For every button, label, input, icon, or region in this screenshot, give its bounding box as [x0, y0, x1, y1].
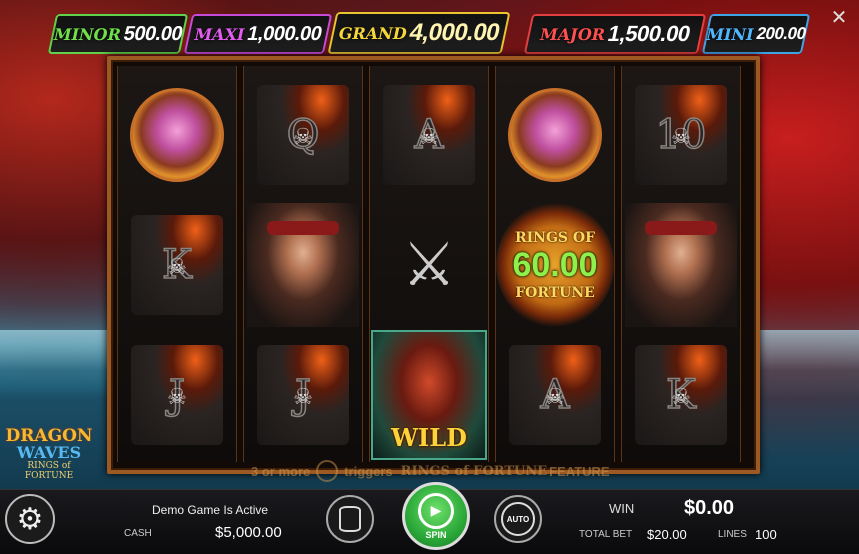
demo-status: Demo Game Is Active — [152, 503, 269, 517]
close-icon[interactable]: ✕ — [829, 8, 849, 28]
symbol-pirate — [244, 200, 362, 330]
symbol-compass — [496, 70, 614, 200]
game-logo: DRAGON WAVES RINGS of FORTUNE — [4, 428, 94, 482]
win-value: $0.00 — [684, 497, 735, 519]
coin-stack-icon — [339, 506, 361, 532]
jackpot-bar: MINOR 500.00 MAXI 1,000.00 GRAND 4,000.0… — [47, 12, 812, 54]
skull-icon: ☠ — [671, 125, 691, 150]
jackpot-major: MAJOR 1,500.00 — [523, 14, 707, 54]
reel-5: 10 ☠ K ☠ — [621, 66, 741, 462]
compass-icon — [130, 88, 224, 182]
jackpot-minor-value: 500.00 — [121, 22, 185, 45]
jackpot-maxi: MAXI 1,000.00 — [183, 14, 333, 54]
dragon-wild-icon: WILD — [371, 330, 487, 460]
win-label: WIN — [609, 501, 635, 516]
pirate-woman-icon — [625, 203, 737, 327]
lines-value: 100 — [755, 527, 777, 542]
symbol-card: K ☠ — [622, 330, 740, 460]
cash-value: $5,000.00 — [215, 524, 282, 541]
jackpot-grand-label: GRAND — [336, 23, 409, 43]
skull-icon: ☠ — [293, 385, 313, 410]
jackpot-major-label: MAJOR — [538, 24, 608, 44]
skull-icon: ☠ — [167, 385, 187, 410]
crossed-swords-icon: ⚔ — [402, 231, 456, 298]
play-icon: ▶ — [418, 492, 454, 529]
autoplay-button[interactable]: AUTO — [494, 495, 542, 543]
bet-stack-button[interactable] — [326, 495, 374, 543]
rings-coin-icon: RINGS OF 60.00 FORTUNE — [496, 202, 614, 328]
symbol-card: Q ☠ — [244, 70, 362, 200]
cash-label: CASH — [124, 528, 152, 539]
symbol-compass — [118, 70, 236, 200]
reel-4: RINGS OF 60.00 FORTUNE A ☠ — [495, 66, 615, 462]
reels-frame: K ☠ J ☠ Q ☠ J ☠ A ☠ ⚔ WILD RINGS OF 60.00 FOR… — [107, 56, 760, 474]
symbol-swords: ⚔ — [370, 200, 488, 330]
lines-label: LINES — [718, 529, 747, 540]
spin-button[interactable]: ▶ SPIN — [402, 482, 470, 550]
symbol-pirate — [622, 200, 740, 330]
total-bet-value: $20.00 — [647, 527, 687, 542]
jackpot-grand-value: 4,000.00 — [406, 19, 503, 46]
reel-2: Q ☠ J ☠ — [243, 66, 363, 462]
feature-hint-part3: RINGS of FORTUNE — [400, 463, 548, 479]
jackpot-mini: MINI 200.00 — [701, 14, 811, 54]
jackpot-minor: MINOR 500.00 — [47, 14, 189, 54]
compass-icon — [508, 88, 602, 182]
feature-hint-part1: 3 or more — [251, 463, 311, 479]
settings-gear-icon[interactable]: ⚙ — [5, 494, 55, 544]
symbol-card: 10 ☠ — [622, 70, 740, 200]
jackpot-major-value: 1,500.00 — [605, 21, 693, 46]
rings-top-label: RINGS OF — [514, 229, 596, 246]
skull-icon: ☠ — [293, 125, 313, 150]
symbol-card: A ☠ — [496, 330, 614, 460]
symbol-card: A ☠ — [370, 70, 488, 200]
jackpot-minor-label: MINOR — [51, 24, 123, 44]
jackpot-mini-label: MINI — [704, 24, 756, 44]
feature-hint: 3 or more triggers RINGS of FORTUNE FEAT… — [251, 460, 610, 482]
rings-bottom-label: FORTUNE — [515, 284, 595, 301]
feature-hint-part2: triggers — [344, 463, 393, 479]
feature-hint-part4: FEATURE — [549, 463, 610, 479]
auto-label: AUTO — [501, 502, 535, 536]
wild-label: WILD — [391, 423, 467, 452]
reel-1: K ☠ J ☠ — [117, 66, 237, 462]
jackpot-maxi-value: 1,000.00 — [245, 22, 324, 45]
symbol-card: K ☠ — [118, 200, 236, 330]
rings-coin-icon — [316, 460, 339, 482]
total-bet-label: TOTAL BET — [579, 529, 633, 540]
skull-icon: ☠ — [419, 125, 439, 150]
skull-icon: ☠ — [167, 255, 187, 280]
symbol-rings-of-fortune: RINGS OF 60.00 FORTUNE — [496, 200, 614, 330]
logo-line-2: WAVES — [16, 443, 82, 462]
rings-value: 60.00 — [512, 245, 598, 284]
symbol-card: J ☠ — [244, 330, 362, 460]
symbol-wild: WILD — [370, 330, 488, 460]
spin-label: SPIN — [425, 529, 447, 540]
symbol-card: J ☠ — [118, 330, 236, 460]
skull-icon: ☠ — [545, 385, 565, 410]
jackpot-mini-value: 200.00 — [754, 24, 808, 43]
pirate-woman-icon — [247, 203, 359, 327]
jackpot-maxi-label: MAXI — [192, 24, 247, 44]
skull-icon: ☠ — [671, 385, 691, 410]
logo-line-3: RINGS of FORTUNE — [24, 461, 74, 481]
jackpot-grand: GRAND 4,000.00 — [327, 12, 511, 54]
reel-3: A ☠ ⚔ WILD — [369, 66, 489, 462]
